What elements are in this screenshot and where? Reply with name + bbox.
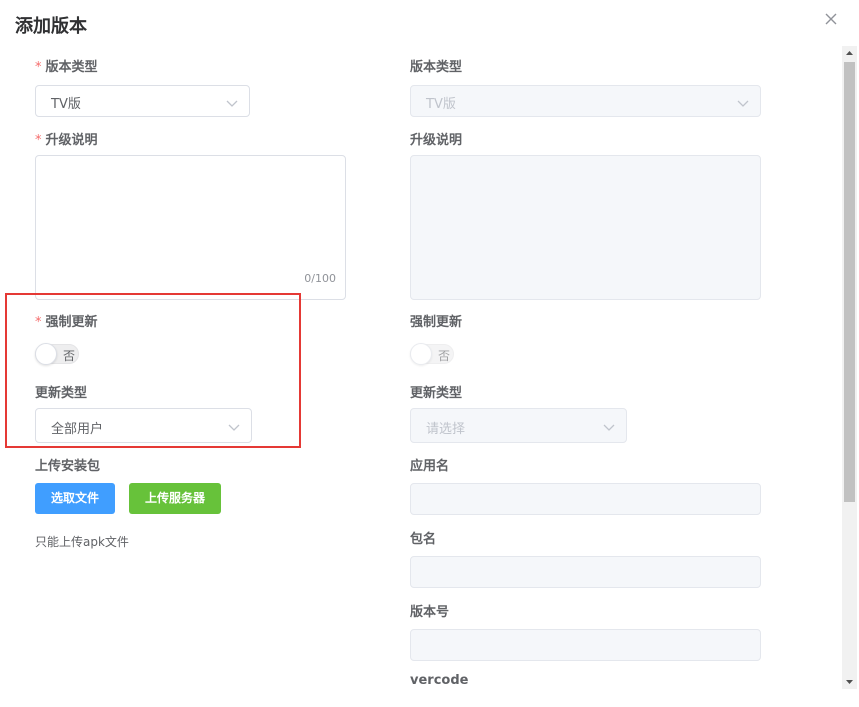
right-update-type-placeholder: 请选择 [426,422,466,437]
switch-text: 否 [438,349,451,363]
upgrade-desc-textarea[interactable]: 0/100 [35,155,346,300]
upload-label: 上传安装包 [35,459,101,474]
upload-server-button[interactable]: 上传服务器 [129,483,221,514]
vercode-label: vercode [410,673,469,688]
right-upgrade-desc-textarea [410,155,761,300]
triangle-down-icon[interactable] [842,674,857,689]
right-upgrade-desc-label: 升级说明 [410,133,463,148]
chevron-down-icon [225,95,239,109]
dialog-title: 添加版本 [15,16,87,37]
right-update-type-label: 更新类型 [410,386,463,401]
right-version-type-select: TV版 [410,85,761,117]
version-number-label: 版本号 [410,605,450,620]
version-type-value: TV版 [51,97,81,112]
triangle-up-icon[interactable] [842,46,857,61]
app-name-input [410,483,761,515]
version-number-input [410,629,761,661]
char-counter: 0/100 [304,272,336,285]
scrollbar[interactable] [842,46,857,689]
version-type-label-text: 版本类型 [45,60,98,75]
right-version-type-value: TV版 [426,97,456,112]
version-type-label: * 版本类型 [35,56,98,75]
chevron-down-icon [736,95,750,109]
highlight-box [5,293,301,448]
right-force-update-label: 强制更新 [410,315,463,330]
required-mark: * [35,60,42,75]
required-mark: * [35,133,42,148]
version-type-select[interactable]: TV版 [35,85,250,117]
upload-tip: 只能上传apk文件 [35,535,129,549]
right-force-update-switch: 否 [410,343,454,365]
package-name-input [410,556,761,588]
right-version-type-label: 版本类型 [410,60,463,75]
select-file-button[interactable]: 选取文件 [35,483,115,514]
app-name-label: 应用名 [410,459,450,474]
upgrade-desc-label: * 升级说明 [35,129,98,148]
right-update-type-select: 请选择 [410,408,627,443]
close-icon[interactable] [822,10,840,28]
switch-knob [410,343,432,365]
chevron-down-icon [602,419,616,433]
upgrade-desc-label-text: 升级说明 [45,133,98,148]
scrollbar-thumb[interactable] [844,62,855,502]
package-name-label: 包名 [410,532,437,547]
